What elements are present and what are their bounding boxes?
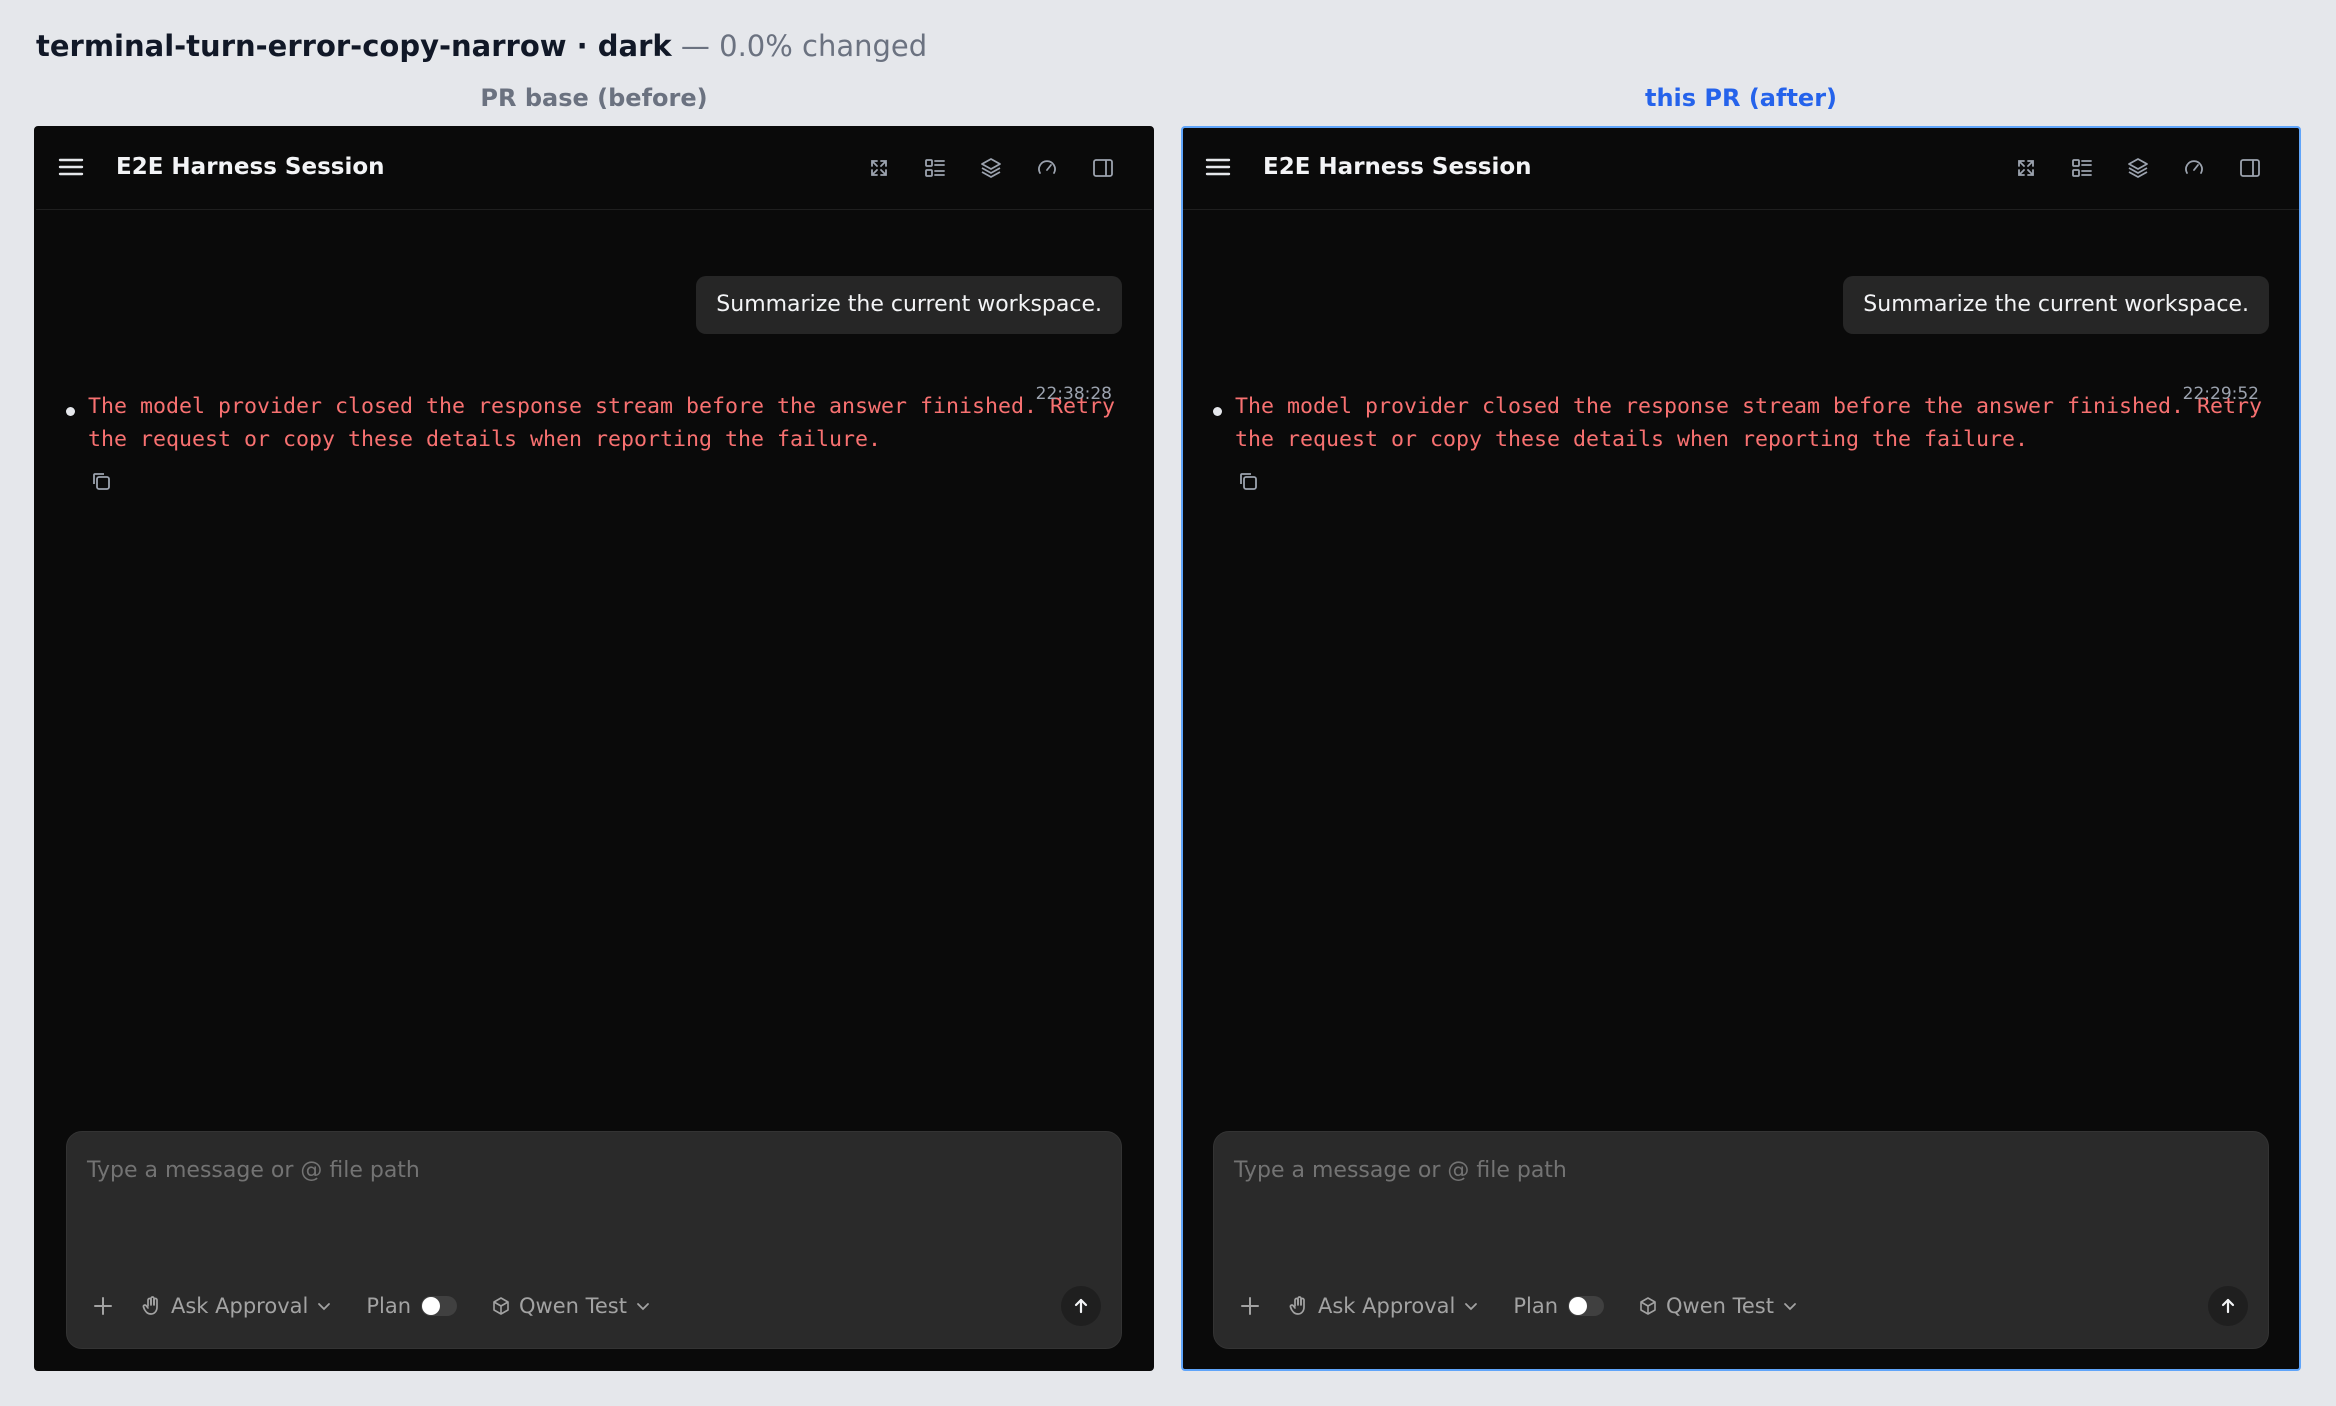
copy-icon[interactable] [88,468,114,494]
session-title: E2E Harness Session [116,154,385,180]
arrow-up-icon [2221,1298,2235,1314]
gauge-icon[interactable] [1030,151,1064,185]
message-input[interactable]: Type a message or @ file path [1234,1158,1567,1183]
sidebar-panel-icon[interactable] [1086,151,1120,185]
composer-toolbar: Ask Approval Plan Qwen Test [87,1286,1101,1326]
plan-switch-knob [422,1297,441,1315]
model-label: Qwen Test [519,1294,627,1318]
message-composer[interactable]: Type a message or @ file path Ask Approv… [1213,1131,2269,1349]
plan-label: Plan [366,1294,412,1318]
cube-icon [491,1296,511,1316]
gauge-icon[interactable] [2177,151,2211,185]
chevron-down-icon [635,1298,651,1314]
chevron-down-icon [316,1298,332,1314]
before-column-label: PR base (before) [480,84,708,112]
after-column-label: this PR (after) [1644,84,1837,112]
plan-switch[interactable] [421,1296,458,1316]
message-bullet [66,407,75,416]
arrow-up-icon [1074,1298,1088,1314]
model-label: Qwen Test [1666,1294,1774,1318]
user-message-bubble: Summarize the current workspace. [1843,276,2269,334]
plan-label: Plan [1513,1294,1559,1318]
change-percentage: 0.0% changed [719,29,928,63]
approval-mode-dropdown[interactable]: Ask Approval [1288,1294,1479,1318]
send-button[interactable] [1061,1286,1101,1326]
expand-icon[interactable] [2009,151,2043,185]
composer-toolbar: Ask Approval Plan Qwen Test [1234,1286,2248,1326]
message-timestamp: 22:38:28 [1035,384,1112,404]
after-screenshot-panel: E2E Harness Session Summarize the curren… [1181,126,2301,1371]
layers-icon[interactable] [974,151,1008,185]
message-timestamp: 22:29:52 [2182,384,2259,404]
comparison-header: terminal-turn-error-copy-narrow · dark —… [36,26,927,66]
plus-icon[interactable] [1234,1290,1266,1322]
hand-icon [141,1295,163,1317]
message-input[interactable]: Type a message or @ file path [87,1158,420,1183]
copy-icon[interactable] [1235,468,1261,494]
plan-switch-knob [1569,1297,1588,1315]
hamburger-menu-icon[interactable] [1199,148,1237,186]
chevron-down-icon [1463,1298,1479,1314]
layers-icon[interactable] [2121,151,2155,185]
plus-icon[interactable] [87,1290,119,1322]
approval-mode-label: Ask Approval [1318,1294,1456,1318]
plan-mode-toggle[interactable]: Plan [1513,1294,1605,1318]
session-topbar: E2E Harness Session [36,128,1152,210]
session-topbar: E2E Harness Session [1183,128,2299,210]
user-message-bubble: Summarize the current workspace. [696,276,1122,334]
hamburger-menu-icon[interactable] [52,148,90,186]
checklist-icon[interactable] [918,151,952,185]
sidebar-panel-icon[interactable] [2233,151,2267,185]
model-selector-dropdown[interactable]: Qwen Test [491,1294,651,1318]
checklist-icon[interactable] [2065,151,2099,185]
expand-icon[interactable] [862,151,896,185]
message-bullet [1213,407,1222,416]
plan-switch[interactable] [1568,1296,1605,1316]
chevron-down-icon [1782,1298,1798,1314]
hand-icon [1288,1295,1310,1317]
approval-mode-dropdown[interactable]: Ask Approval [141,1294,332,1318]
message-composer[interactable]: Type a message or @ file path Ask Approv… [66,1131,1122,1349]
model-selector-dropdown[interactable]: Qwen Test [1638,1294,1798,1318]
test-name: terminal-turn-error-copy-narrow · dark [36,29,672,63]
plan-mode-toggle[interactable]: Plan [366,1294,458,1318]
error-message-text: The model provider closed the response s… [1235,394,2263,452]
approval-mode-label: Ask Approval [171,1294,309,1318]
send-button[interactable] [2208,1286,2248,1326]
before-screenshot-panel: E2E Harness Session Summarize the curren… [34,126,1154,1371]
header-separator: — [671,29,720,63]
cube-icon [1638,1296,1658,1316]
error-message-text: The model provider closed the response s… [88,394,1116,452]
session-title: E2E Harness Session [1263,154,1532,180]
